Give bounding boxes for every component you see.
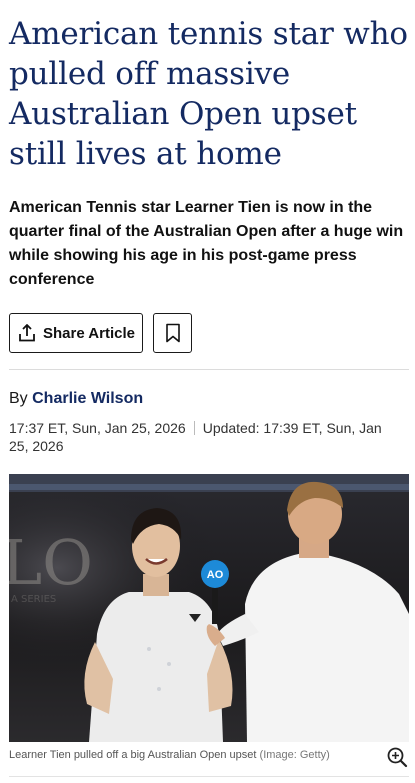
image-credit: (Image: Getty) [259,749,330,761]
caption-rule [9,776,409,777]
share-article-label: Share Article [43,324,135,342]
byline: By Charlie Wilson [9,390,143,408]
mic-flag-badge: AO [207,569,224,581]
section-divider [9,369,409,370]
timestamp-separator [193,421,195,435]
share-icon [19,324,35,342]
zoom-in-icon[interactable] [386,746,408,768]
author-link[interactable]: Charlie Wilson [32,390,143,407]
bookmark-icon [165,323,180,343]
svg-text:LO: LO [9,526,93,599]
article-hero-image: LO A SERIES AO [9,474,409,742]
share-article-button[interactable]: Share Article [9,313,143,353]
article-standfirst: American Tennis star Learner Tien is now… [9,199,404,288]
image-caption: Learner Tien pulled off a big Australian… [9,748,379,762]
article-actions: Share Article [9,313,192,353]
published-time: 17:37 ET, Sun, Jan 25, 2026 [9,420,186,436]
article-headline: American tennis star who pulled off mass… [9,16,408,172]
caption-text: Learner Tien pulled off a big Australian… [9,749,257,761]
hero-photo-illustration: LO A SERIES AO [9,474,409,742]
article-timestamps: 17:37 ET, Sun, Jan 25, 2026 Updated: 17:3… [9,419,399,455]
svg-text:A SERIES: A SERIES [11,594,56,605]
bookmark-button[interactable] [153,313,192,353]
byline-prefix: By [9,390,28,407]
